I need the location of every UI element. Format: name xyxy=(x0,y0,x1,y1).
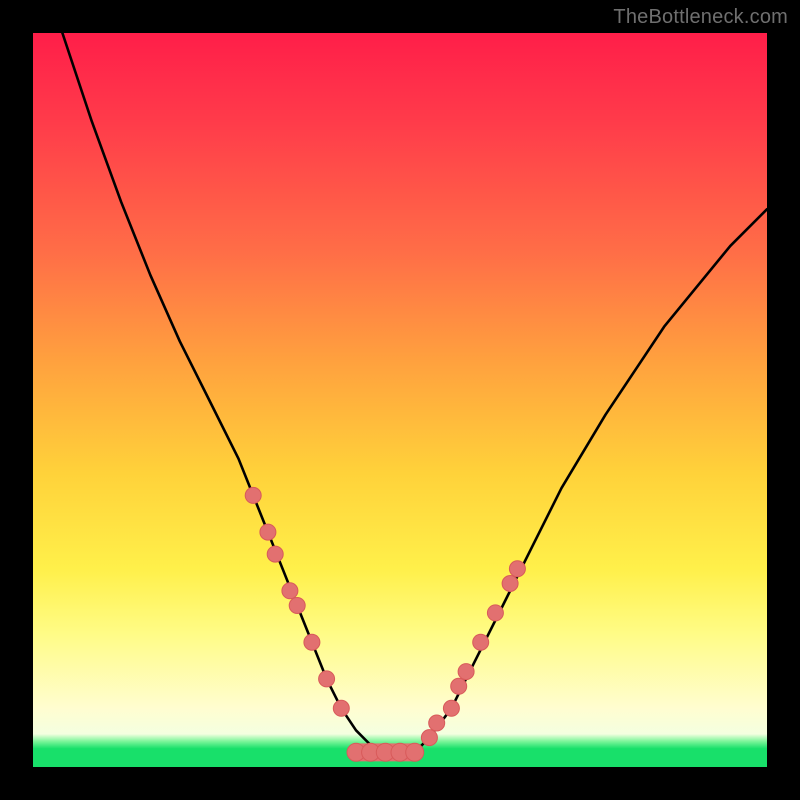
data-marker xyxy=(487,605,503,621)
data-marker xyxy=(406,743,424,761)
data-marker xyxy=(458,664,474,680)
data-marker xyxy=(245,487,261,503)
data-marker xyxy=(421,730,437,746)
data-marker xyxy=(260,524,276,540)
watermark-text: TheBottleneck.com xyxy=(613,6,788,29)
data-marker xyxy=(289,598,305,614)
data-marker xyxy=(429,715,445,731)
data-marker xyxy=(451,678,467,694)
chart-frame: TheBottleneck.com xyxy=(0,0,800,800)
data-marker xyxy=(333,700,349,716)
data-marker xyxy=(267,546,283,562)
data-marker xyxy=(509,561,525,577)
data-marker xyxy=(282,583,298,599)
data-marker xyxy=(304,634,320,650)
plot-area xyxy=(33,33,767,767)
data-marker xyxy=(319,671,335,687)
data-marker xyxy=(473,634,489,650)
bottleneck-curve xyxy=(33,33,767,767)
curve-path xyxy=(33,0,767,752)
data-marker xyxy=(443,700,459,716)
data-marker xyxy=(502,576,518,592)
